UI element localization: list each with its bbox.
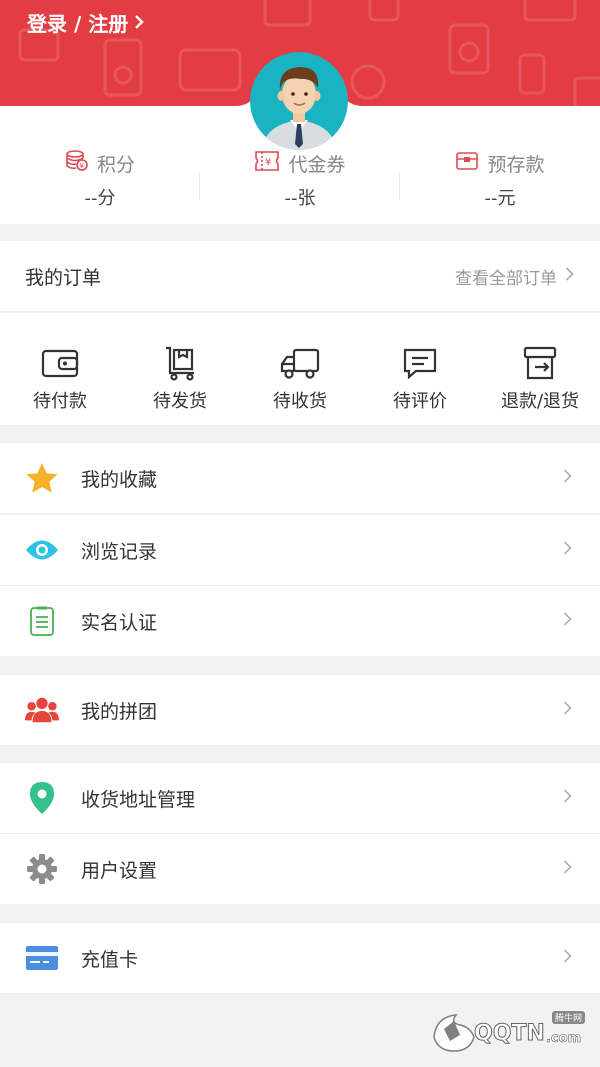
chevron-right-icon (563, 948, 572, 968)
chevron-right-icon (563, 859, 572, 879)
order-pending-shipment[interactable]: 待发货 (120, 313, 240, 425)
stat-deposit[interactable]: 预存款 --元 (400, 148, 600, 223)
cart-box-icon (162, 343, 198, 383)
order-pending-receipt[interactable]: 待收货 (240, 313, 360, 425)
watermark-site: QQTN (474, 1021, 546, 1047)
comment-icon (402, 343, 438, 383)
watermark-suffix: .com (546, 1031, 582, 1047)
order-refund-return[interactable]: 退款/退货 (480, 313, 600, 425)
chevron-right-icon (563, 788, 572, 808)
location-pin-icon (25, 781, 59, 815)
group-icon (25, 693, 59, 727)
menu-item-label: 充值卡 (81, 948, 139, 971)
user-avatar-icon (250, 52, 348, 150)
star-icon (25, 461, 59, 495)
my-orders-title: 我的订单 (25, 266, 102, 289)
menu-address[interactable]: 收货地址管理 (0, 763, 600, 833)
order-status-label: 待收货 (273, 391, 327, 412)
order-status-label: 退款/退货 (500, 391, 580, 412)
order-pending-payment[interactable]: 待付款 (0, 313, 120, 425)
order-status-bar: 待付款 待发货 待收货 待评价 退款/退货 (0, 313, 600, 425)
order-status-label: 待发货 (153, 391, 207, 412)
menu-real-name-verify[interactable]: 实名认证 (0, 586, 600, 656)
menu-history[interactable]: 浏览记录 (0, 515, 600, 585)
stat-label: 代金券 (288, 153, 346, 176)
gear-icon (25, 852, 59, 886)
svg-text:¥: ¥ (265, 157, 271, 168)
stat-voucher[interactable]: ¥ 代金券 --张 (200, 148, 400, 223)
stat-label: 积分 (96, 153, 135, 176)
site-watermark: QQTN .com 腾牛网 (430, 1007, 592, 1059)
return-box-icon (522, 343, 558, 383)
stat-value: --张 (284, 188, 316, 209)
order-status-label: 待付款 (33, 391, 87, 412)
chevron-right-icon (563, 611, 572, 631)
view-all-orders-label: 查看全部订单 (455, 268, 557, 289)
chevron-right-icon (563, 540, 572, 560)
chevron-right-icon (563, 468, 572, 488)
view-all-orders-link[interactable]: 查看全部订单 (455, 264, 574, 289)
stat-value: --分 (84, 188, 116, 209)
voucher-icon: ¥ (254, 149, 280, 177)
card-icon (25, 941, 59, 975)
menu-group-buy[interactable]: 我的拼团 (0, 675, 600, 745)
menu-item-label: 浏览记录 (81, 540, 158, 563)
stat-value: --元 (484, 188, 516, 209)
avatar[interactable] (250, 52, 348, 150)
menu-item-label: 我的拼团 (81, 700, 158, 723)
stat-points[interactable]: ¥ 积分 --分 (0, 148, 200, 223)
stat-label: 预存款 (487, 153, 545, 176)
svg-text:¥: ¥ (79, 162, 84, 170)
menu-item-label: 我的收藏 (81, 468, 158, 491)
menu-settings[interactable]: 用户设置 (0, 834, 600, 904)
order-status-label: 待评价 (393, 391, 447, 412)
wallet-icon (455, 150, 479, 176)
coins-icon: ¥ (65, 149, 89, 177)
truck-icon (280, 343, 320, 383)
menu-item-label: 收货地址管理 (81, 788, 196, 811)
chevron-right-icon (563, 700, 572, 720)
id-card-icon (25, 604, 59, 638)
chevron-right-icon (565, 266, 574, 287)
watermark-badge: 腾牛网 (552, 1011, 586, 1024)
eye-icon (25, 533, 59, 567)
account-stats: ¥ 积分 --分 ¥ 代金券 --张 预存款 --元 (0, 148, 600, 223)
order-pending-review[interactable]: 待评价 (360, 313, 480, 425)
menu-item-label: 用户设置 (81, 859, 158, 882)
menu-recharge-card[interactable]: 充值卡 (0, 923, 600, 993)
wallet-icon (41, 343, 79, 383)
menu-favorites[interactable]: 我的收藏 (0, 443, 600, 513)
my-orders-header[interactable]: 我的订单 查看全部订单 (0, 241, 600, 312)
menu-item-label: 实名认证 (81, 611, 158, 634)
